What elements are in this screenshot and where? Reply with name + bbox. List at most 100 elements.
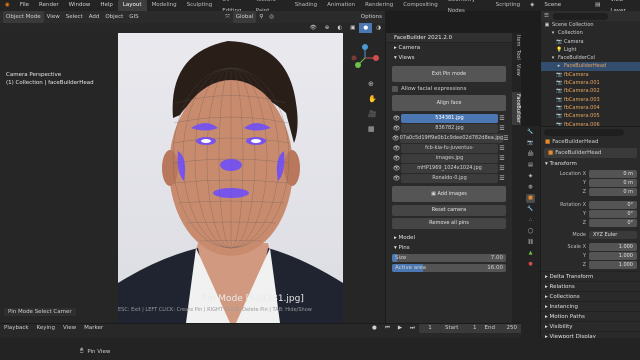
xray-icon[interactable]: ▣ bbox=[346, 23, 359, 33]
eye-icon[interactable]: 👁 bbox=[392, 134, 400, 143]
outliner-item[interactable]: 📷 fbCamera bbox=[541, 71, 640, 79]
outliner-item[interactable]: ▸ FaceBuilderHead bbox=[541, 62, 640, 71]
material-properties-icon[interactable]: ● bbox=[526, 260, 535, 269]
outliner-item[interactable]: 📷 fbCamera.002 bbox=[541, 87, 640, 95]
outliner-item[interactable]: 📷 fbCamera.001 bbox=[541, 79, 640, 87]
render-properties-icon[interactable]: 📷 bbox=[526, 139, 535, 148]
shading-material-icon[interactable]: ◑ bbox=[372, 23, 385, 33]
view-menu[interactable]: View bbox=[44, 11, 63, 23]
start-frame-field[interactable]: 1 bbox=[469, 324, 481, 333]
properties-section-header[interactable]: ▸ Instancing bbox=[541, 301, 640, 311]
scale-x-field[interactable]: 1.000 bbox=[589, 242, 637, 251]
eye-icon[interactable]: 👁 bbox=[392, 164, 401, 173]
navigation-gizmo[interactable] bbox=[350, 43, 380, 73]
keying-menu[interactable]: Keying bbox=[33, 324, 59, 333]
particles-properties-icon[interactable]: ∴ bbox=[526, 216, 535, 225]
marker-menu[interactable]: Marker bbox=[80, 324, 107, 333]
menu-file[interactable]: File bbox=[15, 0, 34, 11]
add-menu[interactable]: Add bbox=[86, 11, 103, 23]
rotation-y-field[interactable]: 0° bbox=[589, 209, 637, 218]
workspace-tab-animation[interactable]: Animation bbox=[322, 0, 360, 11]
blender-logo-icon[interactable]: ◉ bbox=[0, 0, 15, 11]
eye-icon[interactable]: 👁 bbox=[392, 114, 401, 123]
playback-menu[interactable]: Playback bbox=[0, 324, 33, 333]
snap-icon[interactable]: ⚲ bbox=[256, 11, 266, 23]
camera-view-icon[interactable]: 🎥 bbox=[368, 107, 377, 122]
file-menu-icon[interactable]: ☰ bbox=[498, 114, 506, 123]
location-y-field[interactable]: 0 m bbox=[589, 178, 637, 187]
location-z-field[interactable]: 0 m bbox=[589, 187, 637, 196]
tab-view[interactable]: View bbox=[512, 62, 521, 78]
workspace-tab-layout[interactable]: Layout bbox=[117, 0, 147, 11]
scene-selector[interactable]: Scene bbox=[539, 0, 590, 11]
outliner-search-input[interactable] bbox=[552, 12, 608, 20]
exit-pin-mode-button[interactable]: Exit Pin mode bbox=[392, 66, 506, 82]
pan-icon[interactable]: ✋ bbox=[368, 92, 377, 107]
image-file-button[interactable]: 534381.jpg bbox=[401, 114, 498, 123]
outliner-item[interactable]: 📷 Camera bbox=[541, 38, 640, 46]
end-frame-field[interactable]: 250 bbox=[502, 324, 521, 333]
properties-section-header[interactable]: ▸ Delta Transform bbox=[541, 271, 640, 281]
eye-icon[interactable]: 👁 bbox=[392, 174, 401, 183]
output-properties-icon[interactable]: 🖨 bbox=[526, 150, 535, 159]
camera-section-header[interactable]: ▸ Camera bbox=[386, 43, 512, 53]
data-properties-icon[interactable]: ▲ bbox=[526, 249, 535, 258]
eye-icon[interactable]: 👁 bbox=[392, 124, 401, 133]
tool-properties-icon[interactable]: 🔧 bbox=[526, 128, 535, 137]
file-menu-icon[interactable]: ☰ bbox=[498, 124, 506, 133]
outliner-item[interactable]: 💡 Light bbox=[541, 46, 640, 54]
scale-z-field[interactable]: 1.000 bbox=[589, 260, 637, 269]
current-frame-field[interactable]: 1 bbox=[419, 324, 441, 333]
image-file-button[interactable]: 07a0c5d19ff9e0b1c9dee02d782d8ea.jpg bbox=[399, 134, 504, 143]
tab-item[interactable]: Item bbox=[512, 33, 521, 48]
outliner-item[interactable]: ▾ Collection bbox=[541, 29, 640, 37]
visibility-icon[interactable]: 👁 bbox=[306, 23, 321, 33]
outliner-filter-icon[interactable]: ☰ bbox=[544, 13, 549, 19]
properties-section-header[interactable]: ▸ Collections bbox=[541, 291, 640, 301]
jump-end-icon[interactable]: ⏭ bbox=[406, 324, 419, 333]
properties-section-header[interactable]: ▸ Visibility bbox=[541, 321, 640, 331]
views-section-header[interactable]: ▾ Views bbox=[386, 53, 512, 63]
overlay-icon[interactable]: ◐ bbox=[333, 23, 346, 33]
tab-facebuilder[interactable]: FaceBuilder bbox=[512, 91, 521, 125]
world-properties-icon[interactable]: ◍ bbox=[526, 183, 535, 192]
active-area-slider[interactable]: Active area 16.00 bbox=[392, 264, 506, 272]
image-file-button[interactable]: fcb-kia-fu-juventus-c...8be9f7610000001.… bbox=[401, 144, 498, 160]
add-images-button[interactable]: ▣ Add images bbox=[392, 186, 506, 202]
menu-render[interactable]: Render bbox=[34, 0, 64, 11]
image-file-button[interactable]: mHP1969_1024x1024.jpg bbox=[401, 164, 498, 173]
object-name-field[interactable]: ■ FaceBuilderHead bbox=[544, 148, 637, 158]
scene-properties-icon[interactable]: ◈ bbox=[526, 172, 535, 181]
workspace-tab-shading[interactable]: Shading bbox=[290, 0, 322, 11]
allow-facial-checkbox[interactable] bbox=[392, 86, 398, 92]
gizmo-icon[interactable]: ⊕ bbox=[321, 23, 334, 33]
eye-icon[interactable]: 👁 bbox=[392, 144, 401, 153]
workspace-tab-compositing[interactable]: Compositing bbox=[398, 0, 442, 11]
outliner-item[interactable]: 📷 fbCamera.003 bbox=[541, 96, 640, 104]
select-menu[interactable]: Select bbox=[63, 11, 86, 23]
workspace-tab-rendering[interactable]: Rendering bbox=[360, 0, 398, 11]
outliner-item[interactable]: ▾ FaceBuilderCol bbox=[541, 54, 640, 62]
object-menu[interactable]: Object bbox=[102, 11, 126, 23]
shading-solid-icon[interactable]: ● bbox=[359, 23, 373, 33]
object-mode-dropdown[interactable]: Object Mode bbox=[3, 11, 44, 23]
modifier-properties-icon[interactable]: 🔧 bbox=[526, 205, 535, 214]
location-x-field[interactable]: 0 m bbox=[589, 169, 637, 178]
properties-section-header[interactable]: ▸ Relations bbox=[541, 281, 640, 291]
file-menu-icon[interactable]: ☰ bbox=[498, 164, 506, 173]
file-menu-icon[interactable]: ☰ bbox=[498, 174, 506, 183]
zoom-icon[interactable]: ⊕ bbox=[368, 77, 377, 92]
perspective-icon[interactable]: ▦ bbox=[368, 122, 377, 137]
rotation-z-field[interactable]: 0° bbox=[589, 218, 637, 227]
image-file-button[interactable]: Ronaldo-0.jpg bbox=[401, 174, 498, 183]
jump-start-icon[interactable]: ⏮ bbox=[381, 324, 394, 333]
play-icon[interactable]: ▶ bbox=[394, 324, 406, 333]
workspace-tab-scripting[interactable]: Scripting bbox=[491, 0, 525, 11]
properties-search-input[interactable] bbox=[544, 128, 624, 136]
file-menu-icon[interactable]: ☰ bbox=[503, 134, 508, 143]
rotation-mode-dropdown[interactable]: XYZ Euler bbox=[589, 230, 637, 239]
pins-section-header[interactable]: ▾ Pins bbox=[386, 243, 512, 253]
transform-section-header[interactable]: ▾ Transform bbox=[541, 159, 640, 169]
file-menu-icon[interactable]: ☰ bbox=[498, 144, 506, 153]
scale-y-field[interactable]: 1.000 bbox=[589, 251, 637, 260]
